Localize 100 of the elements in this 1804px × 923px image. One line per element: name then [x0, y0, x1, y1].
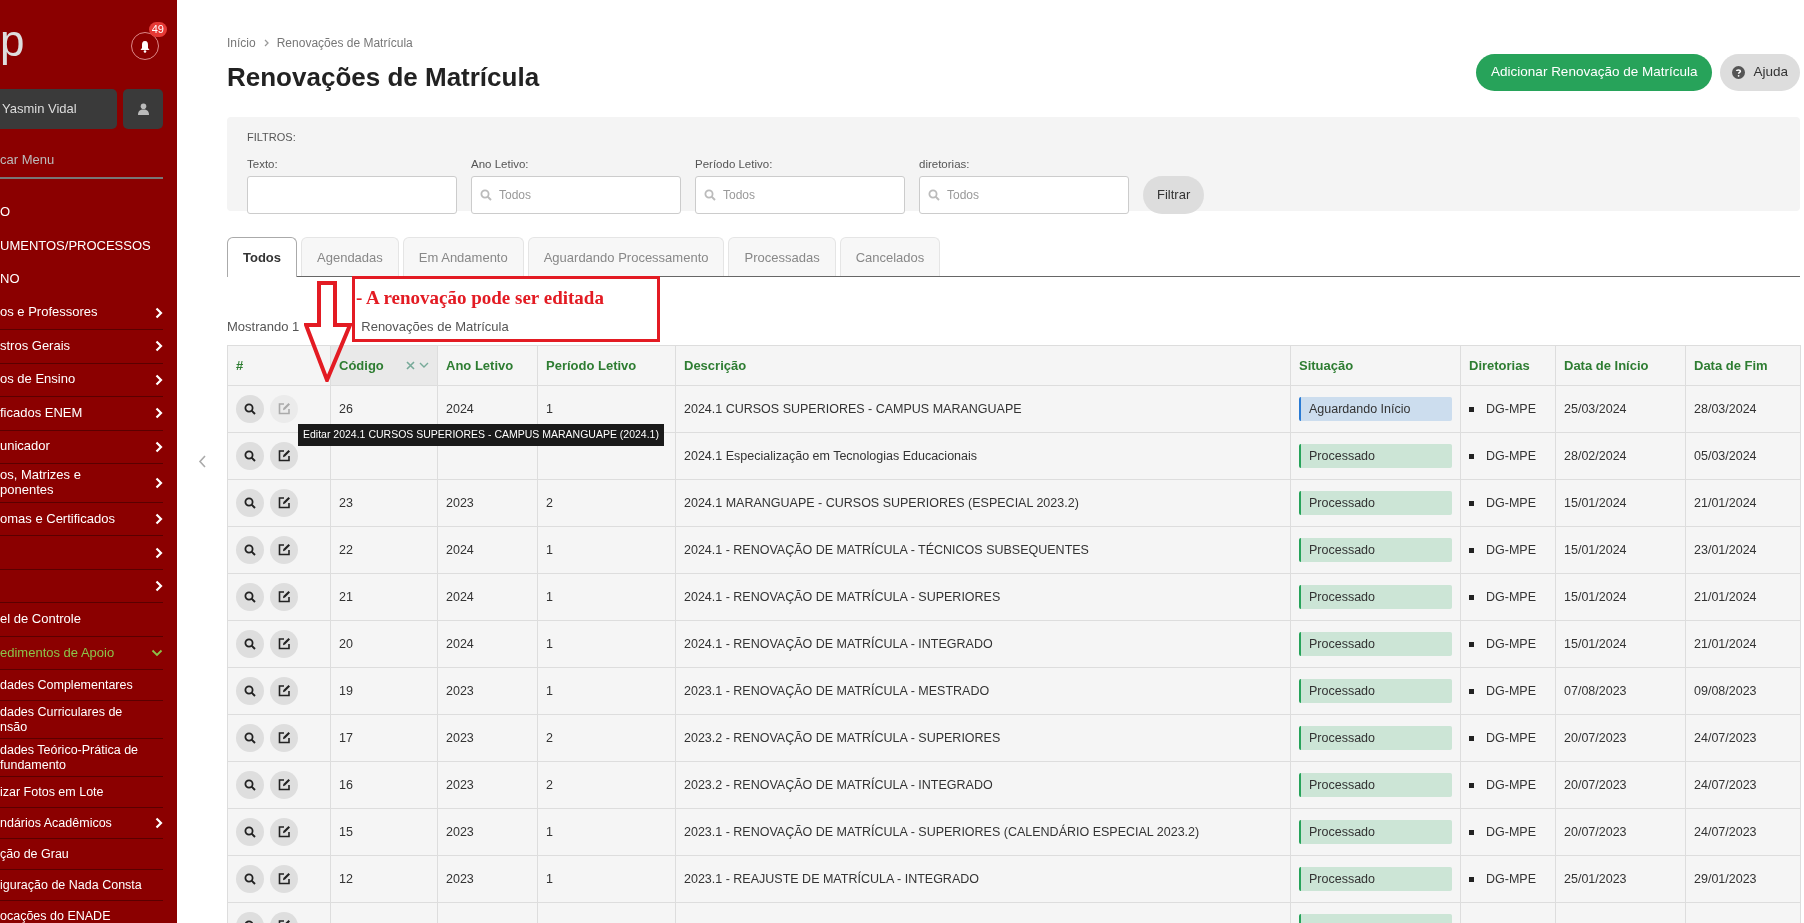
table-cell: 2	[546, 495, 553, 510]
user-button[interactable]	[123, 89, 163, 129]
status-badge: Processado	[1299, 585, 1452, 610]
table-cell: DG-MPE	[1486, 730, 1536, 745]
menu-item[interactable]: edimentos de Apoio	[0, 636, 163, 671]
chevron-right-icon	[263, 39, 269, 47]
menu-item[interactable]: ocações do ENADE	[0, 900, 163, 923]
view-button[interactable]	[236, 489, 264, 518]
menu-item[interactable]: os e Professores	[0, 296, 163, 330]
table-cell: 2	[546, 777, 553, 792]
bullet-icon	[1469, 642, 1474, 647]
view-button[interactable]	[236, 865, 264, 894]
menu-item-label: O	[0, 205, 11, 221]
menu-item[interactable]: iguração de Nada Consta	[0, 869, 163, 901]
table-cell: DG-MPE	[1486, 683, 1536, 698]
table-cell: 24/07/2023	[1694, 824, 1757, 839]
edit-button[interactable]	[270, 723, 298, 752]
view-button[interactable]	[236, 818, 264, 847]
menu-search-field[interactable]: car Menu	[0, 141, 163, 179]
menu-item[interactable]: dades Teórico-Prática de fundamento	[0, 739, 163, 777]
view-button[interactable]	[236, 583, 264, 612]
select-field[interactable]: Todos	[695, 175, 905, 214]
breadcrumb-link[interactable]: Renovações de Matrícula	[276, 34, 413, 52]
table-cell: DG-MPE	[1486, 636, 1536, 651]
view-button[interactable]	[236, 630, 264, 659]
chevron-right-icon	[155, 373, 163, 386]
table-cell: 2024	[446, 589, 474, 604]
result-count: Renovações de Matrícula	[361, 317, 509, 336]
menu-item[interactable]: O	[0, 196, 163, 230]
view-button[interactable]	[236, 677, 264, 706]
menu-item[interactable]: izar Fotos em Lote	[0, 776, 163, 808]
chevron-right-icon	[155, 513, 163, 526]
table-cell: 16	[339, 777, 353, 792]
menu-item-label: ção de Grau	[0, 846, 69, 862]
bullet-icon	[1469, 689, 1474, 694]
user-name[interactable]: Yasmin Vidal	[0, 89, 117, 129]
table-cell: DG-MPE	[1486, 495, 1536, 510]
edit-icon	[277, 825, 291, 839]
breadcrumb-link[interactable]: Início	[227, 34, 256, 52]
edit-button[interactable]	[270, 629, 298, 658]
view-button[interactable]	[236, 442, 264, 471]
menu-item[interactable]: omas e Certificados	[0, 502, 163, 537]
column-header[interactable]: Descrição	[684, 355, 747, 376]
edit-button[interactable]	[270, 582, 298, 611]
select-field[interactable]: Todos	[471, 175, 681, 214]
menu-item-label: dades Teórico-Prática de fundamento	[0, 743, 139, 772]
column-header[interactable]: #	[236, 355, 244, 376]
menu-item[interactable]: ficados ENEM	[0, 397, 163, 431]
menu-item[interactable]: dades Curriculares de nsão	[0, 701, 163, 740]
menu-item[interactable]: ção de Grau	[0, 838, 163, 870]
menu-item[interactable]: stros Gerais	[0, 330, 163, 364]
view-button[interactable]	[236, 536, 264, 565]
tooltip: Editar 2024.1 CURSOS SUPERIORES - CAMPUS MARANGUAPE (2024.1)	[298, 424, 664, 446]
table-cell: DG-MPE	[1486, 401, 1536, 416]
status-badge: Processado	[1299, 679, 1452, 704]
table-cell: 2023.2 - RENOVAÇÃO DE MATRÍCULA - SUPERIORES	[684, 730, 1001, 745]
edit-button[interactable]	[270, 770, 298, 799]
table-cell: 21/01/2024	[1694, 495, 1757, 510]
edit-button[interactable]	[270, 441, 298, 470]
table-cell: 2024.1 - RENOVAÇÃO DE MATRÍCULA - TÉCNICOS SUBSEQUENTES	[684, 542, 1089, 557]
annotation-text: - A renovação pode ser editada	[356, 286, 605, 310]
view-button[interactable]	[236, 771, 264, 800]
chevron-right-icon	[155, 440, 163, 453]
view-button[interactable]	[236, 395, 264, 424]
edit-button[interactable]	[270, 488, 298, 517]
edit-button[interactable]	[270, 676, 298, 705]
tab[interactable]: Todos	[227, 237, 298, 277]
chevron-right-icon	[155, 407, 163, 420]
table-cell: 1	[546, 542, 553, 557]
edit-icon	[277, 590, 291, 604]
status-badge: Processado	[1299, 538, 1452, 563]
table-cell: 26	[339, 401, 353, 416]
bullet-icon	[1469, 548, 1474, 553]
view-button[interactable]	[236, 724, 264, 753]
table-cell: 25/01/2023	[1564, 871, 1627, 886]
menu-item[interactable]: os, Matrizes e ponentes	[0, 464, 163, 503]
menu-item[interactable]: el de Controle	[0, 603, 163, 637]
edit-button[interactable]	[270, 864, 298, 893]
menu-item[interactable]: unicador	[0, 430, 163, 464]
menu-item[interactable]: NO	[0, 263, 163, 297]
menu-item[interactable]: ndários Acadêmicos	[0, 807, 163, 839]
search-icon	[244, 873, 256, 886]
edit-icon	[277, 496, 291, 510]
edit-button[interactable]	[270, 817, 298, 846]
help-button[interactable]: Ajuda	[1720, 54, 1800, 91]
table-cell: 2024	[446, 542, 474, 557]
menu-item[interactable]: os de Ensino	[0, 363, 163, 397]
text-field[interactable]	[247, 175, 457, 214]
menu-item-label: os e Professores	[0, 305, 98, 321]
select-field[interactable]: Todos	[919, 175, 1129, 214]
table-cell: 15/01/2024	[1564, 495, 1627, 510]
table-cell: 2023	[446, 824, 474, 839]
status-badge: Processado	[1299, 820, 1452, 845]
search-icon	[928, 188, 940, 201]
edit-button[interactable]	[270, 535, 298, 564]
column-header[interactable]: Situação	[1299, 355, 1354, 376]
table-cell: 2024.1 - RENOVAÇÃO DE MATRÍCULA - INTEGRADO	[684, 636, 993, 651]
menu-item[interactable]: UMENTOS/PROCESSOS	[0, 229, 163, 263]
filter-button[interactable]: Filtrar	[1143, 175, 1205, 214]
menu-item[interactable]: dades Complementares	[0, 670, 163, 702]
